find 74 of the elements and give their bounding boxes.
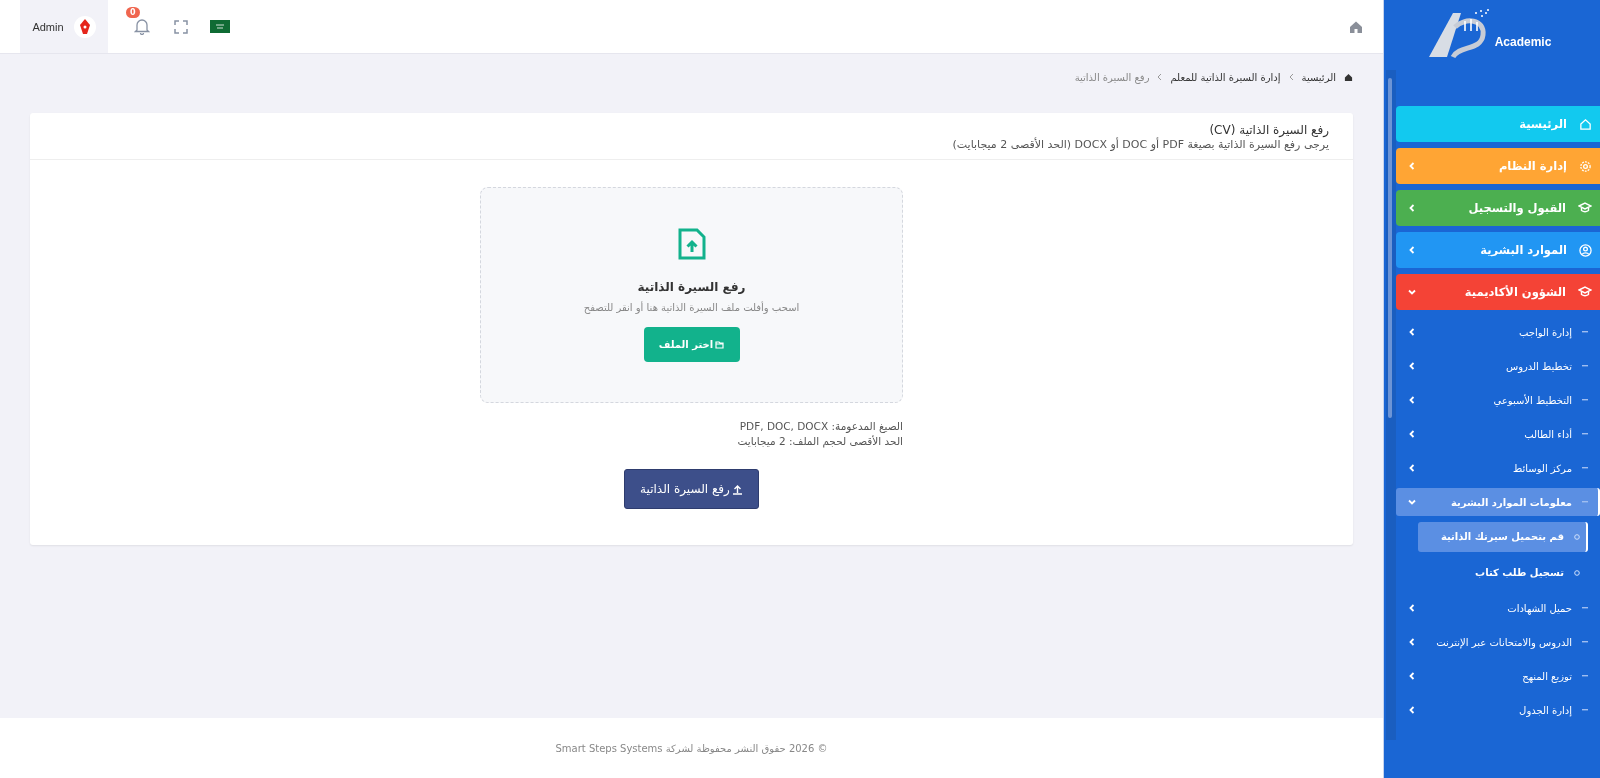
breadcrumb-item[interactable]: الرئيسية — [1301, 72, 1336, 83]
chevron-left-icon — [1408, 362, 1416, 370]
bell-icon[interactable] — [134, 17, 150, 35]
copyright-text: © 2026 حقوق النشر محفوظة لشركة Smart Steps Systems — [555, 742, 828, 754]
submenu-link[interactable]: قم بتحميل سيرتك الذاتية — [1418, 522, 1588, 552]
scrollbar[interactable] — [1386, 70, 1396, 740]
dash-icon — [1582, 331, 1588, 333]
dropzone-title: رفع السيرة الذاتية — [637, 280, 746, 294]
home-icon — [1579, 117, 1592, 131]
notification-badge: 0 — [126, 6, 140, 18]
circle-icon — [1574, 534, 1580, 540]
graduation-cap-icon — [1578, 286, 1592, 298]
folder-icon — [715, 340, 725, 349]
card-title: رفع السيرة الذاتية (CV) — [1208, 123, 1329, 137]
fullscreen-icon[interactable] — [174, 19, 188, 34]
chevron-left-icon — [1408, 672, 1416, 680]
dash-icon — [1582, 675, 1588, 677]
chevron-left-icon — [1408, 706, 1416, 714]
submenu-item[interactable]: توزيع المنهج — [1396, 662, 1600, 690]
dropzone-hint: اسحب وأفلت ملف السيرة الذاتية هنا أو انقر للتصفح — [583, 302, 800, 313]
file-upload-icon — [677, 228, 706, 260]
breadcrumb-item[interactable]: إدارة السيرة الذاتية للمعلم — [1170, 72, 1281, 83]
card-subtitle: يرجى رفع السيرة الذاتية بصيغة PDF أو DOC أو DOCX (الحد الأقصى 2 ميجابايت) — [951, 138, 1329, 151]
submenu-item[interactable]: إدارة الجدول — [1396, 696, 1600, 724]
graduation-cap-icon — [1578, 202, 1592, 214]
dash-icon — [1582, 501, 1588, 503]
menu-item[interactable]: القبول والتسجيل — [1396, 190, 1600, 226]
chevron-left-icon — [1408, 246, 1416, 254]
chevron-left-icon — [1408, 396, 1416, 404]
circle-icon — [1574, 570, 1580, 576]
chevron-down-icon — [1408, 498, 1416, 506]
user-circle-icon — [1579, 243, 1592, 257]
submenu-item[interactable]: التخطيط الأسبوعي — [1396, 386, 1600, 414]
chevron-down-icon — [1408, 288, 1416, 296]
upload-icon — [731, 483, 743, 495]
breadcrumb-item: رفع السيرة الذاتية — [1074, 72, 1150, 83]
chevron-left-icon — [1408, 162, 1416, 170]
home-icon[interactable] — [1349, 19, 1363, 34]
file-info-text: الحد الأقصى لحجم الملف: 2 ميجابايت — [736, 434, 903, 449]
dash-icon — [1582, 709, 1588, 711]
upload-cv-button[interactable]: رفع السيرة الذاتية — [624, 469, 759, 509]
user-name[interactable]: Admin — [32, 20, 64, 33]
submenu-item[interactable]: تخطيط الدروس — [1396, 352, 1600, 380]
flag-icon[interactable] — [210, 20, 230, 33]
submenu-item[interactable]: معلومات الموارد البشرية — [1396, 488, 1600, 516]
settings-icon — [1579, 159, 1592, 173]
breadcrumb-separator-icon — [1157, 73, 1163, 81]
chevron-left-icon — [1408, 204, 1416, 212]
dash-icon — [1582, 433, 1588, 435]
dash-icon — [1582, 467, 1588, 469]
submenu-item[interactable]: أداء الطالب — [1396, 420, 1600, 448]
chevron-left-icon — [1408, 638, 1416, 646]
home-icon — [1344, 73, 1353, 82]
dash-icon — [1582, 641, 1588, 643]
dash-icon — [1582, 607, 1588, 609]
choose-file-button[interactable]: اختر الملف — [643, 327, 740, 362]
dash-icon — [1582, 399, 1588, 401]
pen-avatar-icon[interactable] — [73, 15, 96, 38]
submenu-item[interactable]: إدارة الواجب — [1396, 318, 1600, 346]
submenu-item[interactable]: حميل الشهادات — [1396, 594, 1600, 622]
menu-item[interactable]: الشؤون الأكاديمية — [1396, 274, 1600, 310]
file-info-text: الصيغ المدعومة: PDF, DOC, DOCX — [738, 419, 903, 434]
submenu-item[interactable]: الدروس والامتحانات عبر الإنترنت — [1396, 628, 1600, 656]
submenu-item[interactable]: مركز الوسائط — [1396, 454, 1600, 482]
submenu-link[interactable]: تسجيل طلب كتاب — [1418, 558, 1588, 588]
chevron-left-icon — [1408, 464, 1416, 472]
chevron-left-icon — [1408, 328, 1416, 336]
dash-icon — [1582, 365, 1588, 367]
logo-text: Academic — [1494, 35, 1552, 49]
dropzone[interactable]: رفع السيرة الذاتية اسحب وأفلت ملف السيرة الذاتية هنا أو انقر للتصفح اختر الملف — [480, 187, 903, 403]
chevron-left-icon — [1408, 430, 1416, 438]
breadcrumb-separator-icon — [1288, 73, 1294, 81]
chevron-left-icon — [1408, 604, 1416, 612]
menu-item[interactable]: الموارد البشرية — [1396, 232, 1600, 268]
